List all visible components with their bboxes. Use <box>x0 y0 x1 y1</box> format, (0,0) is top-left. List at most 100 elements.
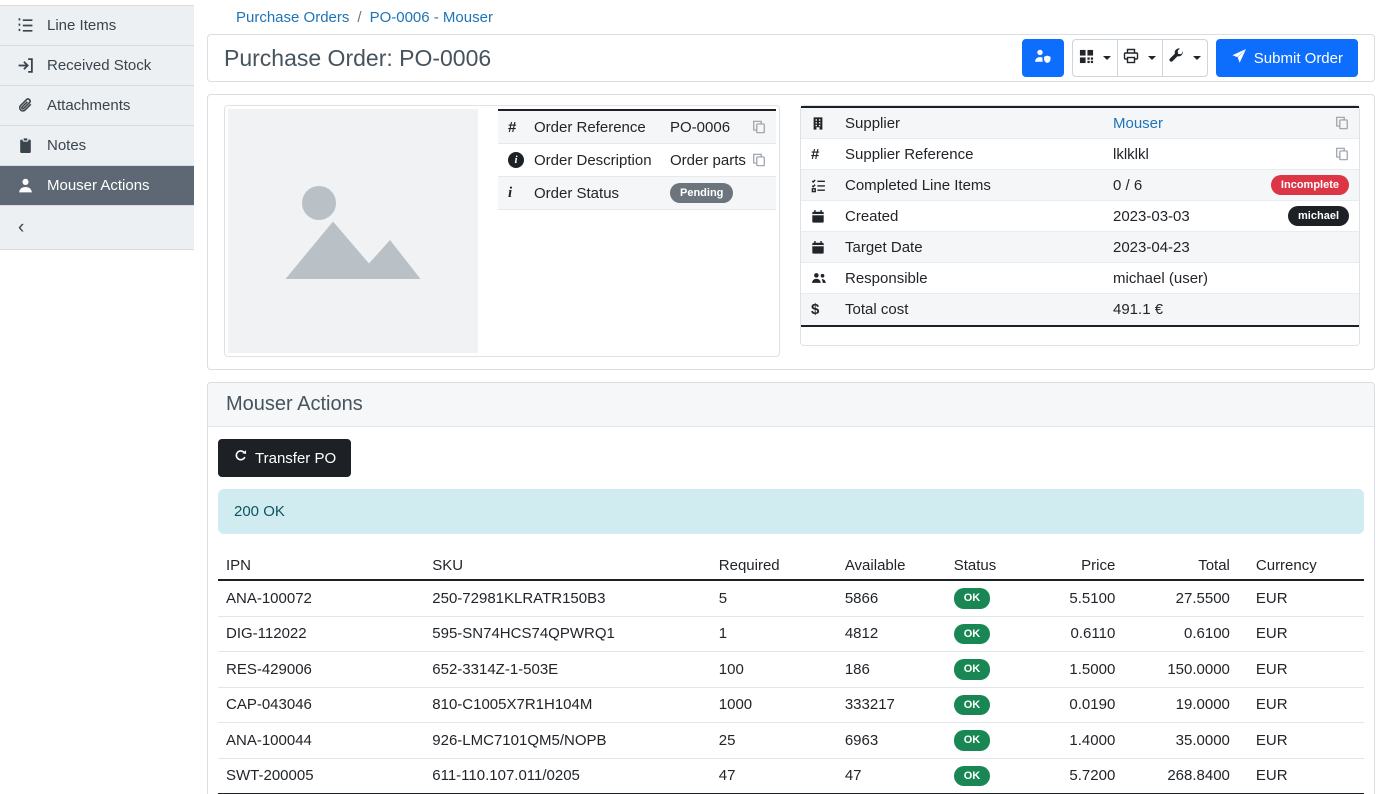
page-title: Purchase Order: PO-0006 <box>224 45 491 72</box>
detail-row-order-reference: # Order Reference PO-0006 <box>498 111 776 144</box>
created-value: 2023-03-03 <box>1113 208 1190 225</box>
breadcrumb-separator: / <box>357 9 361 26</box>
col-header-currency: Currency <box>1238 552 1364 580</box>
sidebar-item-label: Mouser Actions <box>47 177 150 194</box>
table-row: RES-429006 652-3314Z-1-503E 100 186 OK 1… <box>218 652 1364 688</box>
target-date-value: 2023-04-23 <box>1113 239 1190 256</box>
order-summary-box: # Order Reference PO-0006 i Order Descri… <box>224 105 780 357</box>
user-icon <box>16 177 34 195</box>
sidebar-item-received-stock[interactable]: Received Stock <box>0 46 194 86</box>
status-badge: OK <box>954 624 991 645</box>
caret-down-icon <box>1193 56 1201 60</box>
detail-row-completed-line-items: Completed Line Items 0 / 6 Incomplete <box>801 170 1359 201</box>
refresh-icon <box>233 449 248 468</box>
mouser-actions-panel: Mouser Actions Transfer PO 200 OK <box>207 382 1375 794</box>
status-badge: OK <box>954 695 991 716</box>
user-shield-icon <box>1034 48 1052 68</box>
status-alert-text: 200 OK <box>234 503 285 520</box>
tools-icon <box>1168 48 1184 68</box>
table-row: CAP-043046 810-C1005X7R1H104M 1000 33321… <box>218 687 1364 723</box>
order-details-table: # Order Reference PO-0006 i Order Descri… <box>498 109 776 353</box>
list-check-icon <box>811 178 845 193</box>
col-header-available: Available <box>837 552 946 580</box>
page-header-card: Purchase Order: PO-0006 <box>207 34 1375 82</box>
status-badge: OK <box>954 588 991 609</box>
created-by-badge: michael <box>1288 206 1349 227</box>
submit-order-label: Submit Order <box>1254 50 1343 67</box>
sidebar-item-label: Line Items <box>47 17 116 34</box>
panel-body: Transfer PO 200 OK IPN SKU Required <box>208 427 1374 794</box>
supplier-link[interactable]: Mouser <box>1113 115 1163 132</box>
order-image-placeholder[interactable] <box>228 109 478 353</box>
copy-icon[interactable] <box>1335 116 1349 130</box>
building-icon <box>811 116 845 131</box>
list-icon <box>16 17 34 35</box>
qr-code-icon <box>1079 49 1094 68</box>
responsible-value: michael (user) <box>1113 270 1208 287</box>
sidebar-item-notes[interactable]: Notes <box>0 126 194 166</box>
breadcrumb-link-current-order[interactable]: PO-0006 - Mouser <box>370 9 493 26</box>
submit-order-button[interactable]: Submit Order <box>1216 39 1358 77</box>
sidebar-item-mouser-actions[interactable]: Mouser Actions <box>0 166 194 206</box>
col-header-required: Required <box>711 552 837 580</box>
col-header-status: Status <box>946 552 1032 580</box>
detail-row-total-cost: $ Total cost 491.1 € <box>801 294 1359 325</box>
completed-line-items-value: 0 / 6 <box>1113 177 1142 194</box>
panel-header: Mouser Actions <box>208 383 1374 427</box>
transfer-po-label: Transfer PO <box>255 450 336 467</box>
col-header-sku: SKU <box>424 552 711 580</box>
line-items-table: IPN SKU Required Available Status Price … <box>218 552 1364 794</box>
sidebar-item-label: Attachments <box>47 97 130 114</box>
col-header-price: Price <box>1032 552 1124 580</box>
sidebar: Line Items Received Stock Attachments No… <box>0 0 194 794</box>
supplier-summary-box: Supplier Mouser # Supplier Reference lkl… <box>800 105 1360 346</box>
order-actions-menu-button[interactable] <box>1162 39 1208 77</box>
paperclip-icon <box>16 97 34 115</box>
sign-in-icon <box>16 57 34 75</box>
detail-row-order-description: i Order Description Order parts <box>498 144 776 177</box>
info-circle-icon: i <box>508 152 534 168</box>
table-row: ANA-100072 250-72981KLRATR150B3 5 5866 O… <box>218 580 1364 616</box>
status-badge: OK <box>954 659 991 680</box>
hash-icon: # <box>508 119 534 136</box>
users-icon <box>811 271 845 285</box>
app: Line Items Received Stock Attachments No… <box>0 0 1383 794</box>
chevron-left-icon: ‹ <box>18 217 24 239</box>
supplier-details-table: Supplier Mouser # Supplier Reference lkl… <box>801 106 1359 327</box>
admin-view-button[interactable] <box>1022 39 1064 77</box>
breadcrumb: Purchase Orders / PO-0006 - Mouser <box>194 0 1383 34</box>
detail-row-supplier-reference: # Supplier Reference lklklkl <box>801 139 1359 170</box>
incomplete-badge: Incomplete <box>1271 175 1349 196</box>
sidebar-item-label: Received Stock <box>47 57 151 74</box>
line-items-header-row: IPN SKU Required Available Status Price … <box>218 552 1364 580</box>
detail-row-created: Created 2023-03-03 michael <box>801 201 1359 232</box>
calendar-icon <box>811 209 845 224</box>
sidebar-item-line-items[interactable]: Line Items <box>0 6 194 46</box>
copy-icon[interactable] <box>1335 147 1349 161</box>
order-reference-value: PO-0006 <box>670 119 730 136</box>
detail-row-supplier: Supplier Mouser <box>801 108 1359 139</box>
breadcrumb-link-purchase-orders[interactable]: Purchase Orders <box>236 9 349 26</box>
hash-icon: # <box>811 146 845 163</box>
transfer-po-button[interactable]: Transfer PO <box>218 439 351 477</box>
sidebar-collapse-button[interactable]: ‹ <box>0 206 194 250</box>
sidebar-item-attachments[interactable]: Attachments <box>0 86 194 126</box>
sidebar-nav: Line Items Received Stock Attachments No… <box>0 5 194 250</box>
image-icon <box>278 169 428 293</box>
col-header-total: Total <box>1123 552 1238 580</box>
table-row: ANA-100044 926-LMC7101QM5/NOPB 25 6963 O… <box>218 723 1364 759</box>
total-cost-value: 491.1 € <box>1113 301 1163 318</box>
copy-icon[interactable] <box>752 153 766 167</box>
col-header-ipn: IPN <box>218 552 424 580</box>
supplier-reference-value: lklklkl <box>1113 146 1149 163</box>
barcode-menu-button[interactable] <box>1072 39 1118 77</box>
status-alert: 200 OK <box>218 489 1364 534</box>
print-menu-button[interactable] <box>1117 39 1163 77</box>
header-button-group <box>1072 39 1208 77</box>
info-icon: i <box>508 185 534 202</box>
main-content: Purchase Orders / PO-0006 - Mouser Purch… <box>194 0 1383 794</box>
copy-icon[interactable] <box>752 120 766 134</box>
dollar-icon: $ <box>811 301 845 318</box>
detail-row-responsible: Responsible michael (user) <box>801 263 1359 294</box>
header-actions: Submit Order <box>1022 39 1358 77</box>
